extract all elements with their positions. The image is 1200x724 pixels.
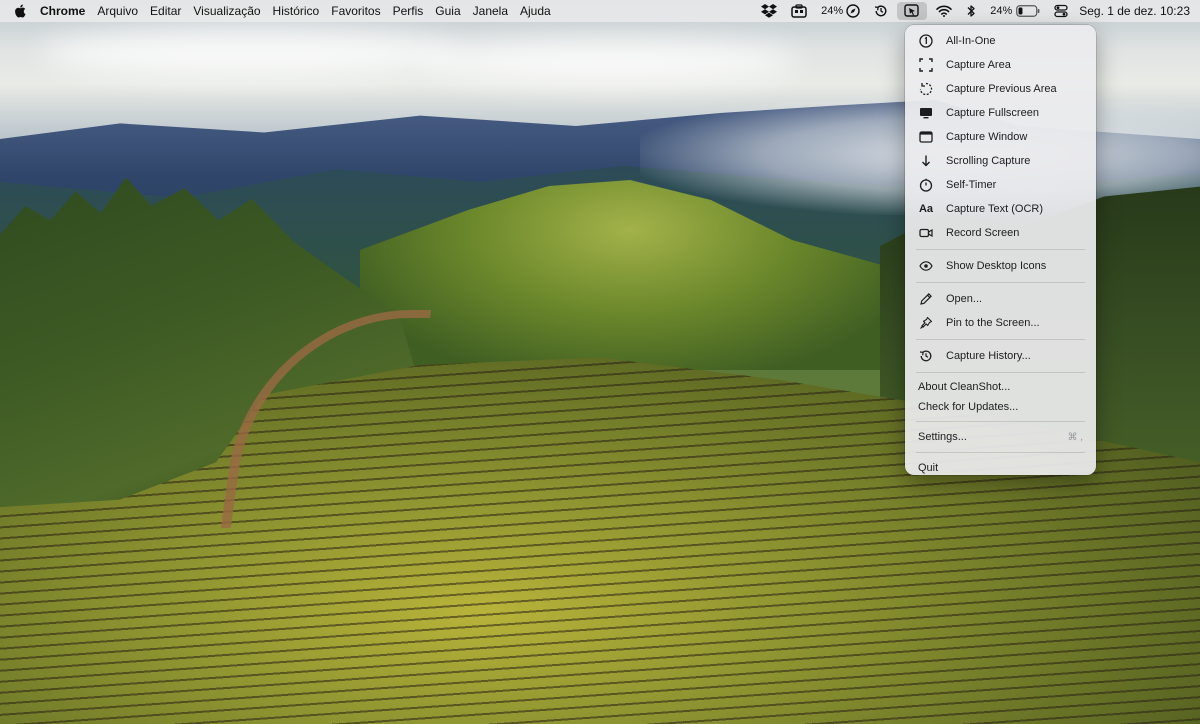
toolbox-icon[interactable]: [784, 0, 814, 22]
menu-item-label: Show Desktop Icons: [946, 260, 1047, 272]
menu-separator: [916, 282, 1085, 283]
menu-item-pin-to-screen[interactable]: Pin to the Screen...: [910, 311, 1091, 335]
compass-icon: [846, 4, 860, 18]
menu-app-name[interactable]: Chrome: [34, 0, 91, 22]
menu-item-all-in-one[interactable]: All-In-One: [910, 29, 1091, 53]
menu-item-capture-text-ocr[interactable]: Aa Capture Text (OCR): [910, 197, 1091, 221]
menu-item-label: Self-Timer: [946, 179, 997, 191]
control-center-icon[interactable]: [1047, 0, 1075, 22]
menu-item-label: Capture Window: [946, 131, 1028, 143]
menu-separator: [916, 339, 1085, 340]
wallpaper-cloud: [420, 40, 800, 84]
menu-item-label: Scrolling Capture: [946, 155, 1031, 167]
menu-separator: [916, 249, 1085, 250]
menu-bar-clock[interactable]: Seg. 1 de dez. 10:23: [1075, 4, 1194, 18]
dropbox-icon[interactable]: [754, 0, 784, 22]
menu-item-label: About CleanShot...: [918, 381, 1011, 393]
menu-editar[interactable]: Editar: [144, 0, 187, 22]
arrow-down-icon: [918, 153, 934, 169]
battery-percentage-label: 24%: [821, 5, 844, 17]
menu-item-capture-history[interactable]: Capture History...: [910, 344, 1091, 368]
menu-perfis[interactable]: Perfis: [387, 0, 430, 22]
menu-item-label: Capture Previous Area: [946, 83, 1057, 95]
menu-item-capture-area[interactable]: Capture Area: [910, 53, 1091, 77]
menu-bar: Chrome Arquivo Editar Visualização Histó…: [0, 0, 1200, 22]
menu-item-record-screen[interactable]: Record Screen: [910, 221, 1091, 245]
menu-item-label: Capture Area: [946, 59, 1011, 71]
menu-visualizacao[interactable]: Visualização: [187, 0, 266, 22]
menu-item-label: Record Screen: [946, 227, 1020, 239]
capture-area-icon: [918, 57, 934, 73]
menu-item-capture-previous-area[interactable]: Capture Previous Area: [910, 77, 1091, 101]
menu-separator: [916, 421, 1085, 422]
video-camera-icon: [918, 225, 934, 241]
battery-indicator[interactable]: 24%: [983, 0, 1047, 22]
bluetooth-icon[interactable]: [959, 0, 983, 22]
menu-item-about-cleanshot[interactable]: About CleanShot...: [910, 377, 1091, 397]
pin-icon: [918, 315, 934, 331]
apple-menu-icon[interactable]: [6, 4, 34, 18]
menu-item-self-timer[interactable]: Self-Timer: [910, 173, 1091, 197]
menu-item-quit[interactable]: Quit: [910, 457, 1091, 479]
menu-item-label: Settings...: [918, 431, 967, 443]
menu-ajuda[interactable]: Ajuda: [514, 0, 557, 22]
menu-item-open[interactable]: Open...: [910, 287, 1091, 311]
menu-item-capture-window[interactable]: Capture Window: [910, 125, 1091, 149]
menu-item-label: Open...: [946, 293, 983, 305]
monitor-icon: [918, 105, 934, 121]
menu-item-capture-fullscreen[interactable]: Capture Fullscreen: [910, 101, 1091, 125]
text-aa-icon: Aa: [918, 203, 934, 215]
menu-arquivo[interactable]: Arquivo: [91, 0, 144, 22]
wallpaper-cloud: [40, 28, 460, 78]
menu-item-label: All-In-One: [946, 35, 996, 47]
menu-separator: [916, 452, 1085, 453]
capture-previous-area-icon: [918, 81, 934, 97]
menu-item-label: Check for Updates...: [918, 401, 1019, 413]
menu-favoritos[interactable]: Favoritos: [325, 0, 386, 22]
cleanshot-menu-icon[interactable]: [897, 2, 928, 20]
menu-bar-left: Chrome Arquivo Editar Visualização Histó…: [6, 0, 557, 22]
menu-item-label: Capture Text (OCR): [946, 203, 1043, 215]
menu-bar-status-area: 24% 24% Seg. 1 de dez. 10:23: [754, 0, 1194, 22]
all-in-one-icon: [918, 33, 934, 49]
battery-icon: [1016, 5, 1040, 17]
settings-shortcut: ⌘ ,: [1067, 431, 1083, 443]
menu-janela[interactable]: Janela: [467, 0, 514, 22]
eye-icon: [918, 258, 934, 274]
cleanshot-dropdown-menu: All-In-One Capture Area Capture Previous…: [905, 25, 1096, 475]
history-icon: [918, 348, 934, 364]
battery-status-item[interactable]: 24%: [814, 0, 867, 22]
menu-separator: [916, 372, 1085, 373]
menu-item-settings[interactable]: Settings... ⌘ ,: [910, 426, 1091, 448]
wifi-icon[interactable]: [929, 0, 959, 22]
menu-item-label: Capture History...: [946, 350, 1031, 362]
window-icon: [918, 129, 934, 145]
menu-item-scrolling-capture[interactable]: Scrolling Capture: [910, 149, 1091, 173]
pencil-icon: [918, 291, 934, 307]
menu-item-check-for-updates[interactable]: Check for Updates...: [910, 397, 1091, 417]
menu-historico[interactable]: Histórico: [267, 0, 326, 22]
menu-item-show-desktop-icons[interactable]: Show Desktop Icons: [910, 254, 1091, 278]
menu-guia[interactable]: Guia: [429, 0, 466, 22]
timer-icon: [918, 177, 934, 193]
battery-percentage-label: 24%: [990, 5, 1013, 17]
time-machine-icon[interactable]: [867, 0, 895, 22]
menu-item-label: Pin to the Screen...: [946, 317, 1040, 329]
menu-item-label: Quit: [918, 462, 939, 474]
menu-item-label: Capture Fullscreen: [946, 107, 1039, 119]
